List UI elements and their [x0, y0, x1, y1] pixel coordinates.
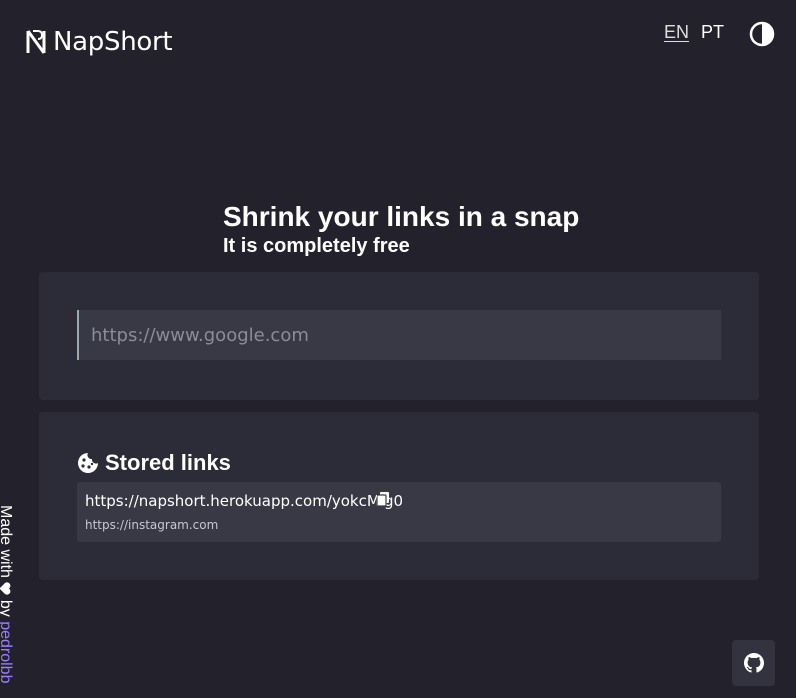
stored-links-header: Stored links — [77, 450, 231, 476]
url-input[interactable] — [77, 310, 721, 360]
logo-text: NapShort — [53, 27, 173, 57]
app-logo[interactable]: NapShort — [25, 26, 173, 58]
cookie-icon — [78, 453, 98, 473]
stored-links-title: Stored links — [105, 450, 231, 475]
contrast-icon — [749, 21, 775, 47]
original-url: https://instagram.com — [85, 518, 219, 532]
shortener-card — [39, 272, 759, 400]
made-with-credit: Made with by pedrolbb — [0, 505, 16, 683]
copy-icon[interactable] — [376, 492, 389, 511]
logo-icon — [26, 30, 46, 54]
heart-icon — [0, 582, 16, 595]
hero: Shrink your links in a snap It is comple… — [223, 200, 579, 258]
hero-title: Shrink your links in a snap — [223, 201, 580, 232]
theme-toggle-button[interactable] — [749, 21, 775, 47]
stored-links-card: Stored links https://napshort.herokuapp.… — [39, 412, 759, 580]
hero-subtitle: It is completely free — [223, 235, 410, 257]
stored-link-item: https://napshort.herokuapp.com/yokcMlg0 … — [77, 482, 721, 542]
language-en-link[interactable]: EN — [664, 22, 689, 43]
short-url-link[interactable]: https://napshort.herokuapp.com/yokcMlg0 — [85, 492, 403, 510]
language-pt-link[interactable]: PT — [701, 22, 724, 43]
github-icon — [743, 653, 764, 673]
made-with-text: Made with — [0, 505, 14, 578]
by-text: by — [0, 599, 14, 617]
author-link[interactable]: pedrolbb — [0, 621, 14, 683]
github-button[interactable] — [732, 640, 775, 686]
